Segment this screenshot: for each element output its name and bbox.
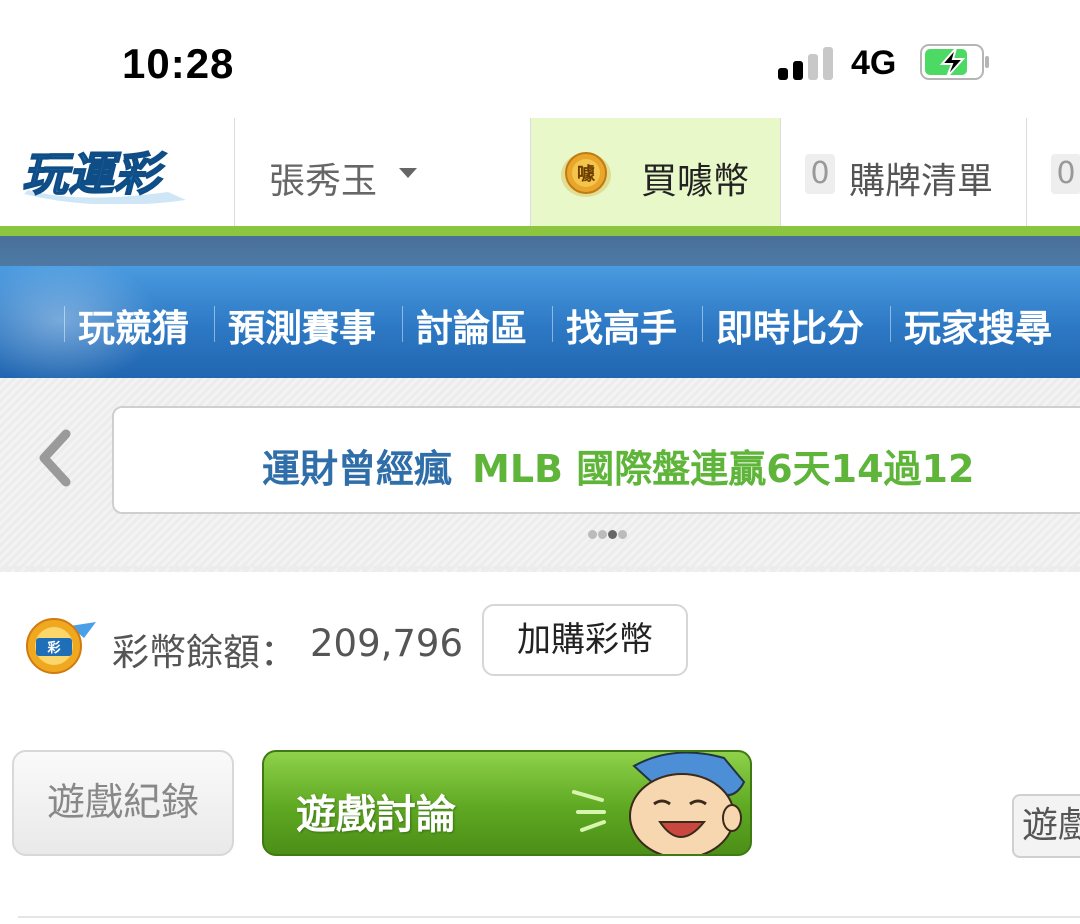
buy-coin-button[interactable]: 噱 買噱幣 (530, 118, 780, 226)
add-coins-button[interactable]: 加購彩幣 (482, 604, 688, 676)
accent-divider (0, 226, 1080, 236)
news-carousel: 運財曾經瘋 MLB 國際盤連贏6天14過12 (0, 378, 1080, 572)
site-header: 玩運彩 張秀玉 噱 買噱幣 0 購牌清單 0 (0, 118, 1080, 227)
banner-title-record: MLB 國際盤連贏6天14過12 (472, 447, 975, 491)
clock: 10:28 (122, 40, 235, 87)
main-nav: 玩競猜 預測賽事 討論區 找高手 即時比分 玩家搜尋 (0, 266, 1080, 378)
buy-coin-label: 買噱幣 (641, 161, 750, 202)
svg-text:玩運彩: 玩運彩 (22, 147, 167, 201)
svg-text:彩: 彩 (46, 640, 60, 656)
tab-game-third[interactable]: 遊戲 (1012, 794, 1080, 858)
carousel-banner[interactable]: 運財曾經瘋 MLB 國際盤連贏6天14過12 (112, 406, 1080, 514)
carousel-dot[interactable] (618, 530, 627, 539)
signal-icon (778, 46, 834, 80)
header-next-item[interactable]: 0 (1026, 118, 1080, 226)
cart-label: 購牌清單 (849, 161, 994, 202)
lottery-coin-icon: 彩 (26, 618, 96, 674)
banner-title-name: 運財曾經瘋 (262, 447, 453, 491)
nav-top-band (0, 236, 1080, 266)
carousel-dot[interactable] (588, 530, 597, 539)
nav-item-forum[interactable]: 討論區 (416, 298, 527, 352)
chevron-down-icon (399, 168, 417, 178)
nav-item-player-search[interactable]: 玩家搜尋 (904, 298, 1052, 352)
carousel-dot-active[interactable] (608, 530, 617, 539)
scallop-edge (0, 566, 1080, 576)
carousel-dots (588, 524, 628, 543)
coin-icon: 噱 (561, 152, 611, 197)
nav-item-live-score[interactable]: 即時比分 (716, 298, 864, 352)
cart-count-badge: 0 (805, 154, 835, 194)
nav-item-guess[interactable]: 玩競猜 (78, 298, 189, 352)
balance-label: 彩幣餘額： (112, 631, 297, 674)
site-logo[interactable]: 玩運彩 (18, 142, 198, 204)
carousel-dot[interactable] (598, 530, 607, 539)
battery-charging-icon (920, 44, 989, 80)
status-bar: 10:28 4G (0, 0, 1080, 118)
user-name: 張秀玉 (269, 161, 378, 202)
cart-button[interactable]: 0 購牌清單 (780, 118, 1026, 226)
next-count-badge: 0 (1051, 154, 1080, 194)
tab-game-discussion-label: 遊戲討論 (296, 792, 456, 838)
nav-item-predict[interactable]: 預測賽事 (228, 298, 376, 352)
tab-game-record[interactable]: 遊戲紀錄 (12, 750, 234, 856)
svg-text:噱: 噱 (577, 163, 596, 185)
network-type: 4G (851, 44, 897, 82)
balance-value: 209,796 (310, 622, 464, 665)
content-divider (18, 916, 1080, 918)
mascot-illustration (572, 752, 746, 854)
chevron-left-icon[interactable] (32, 428, 82, 488)
tab-game-discussion[interactable]: 遊戲討論 (262, 750, 752, 856)
nav-item-experts[interactable]: 找高手 (566, 298, 677, 352)
user-menu[interactable]: 張秀玉 (234, 118, 530, 226)
